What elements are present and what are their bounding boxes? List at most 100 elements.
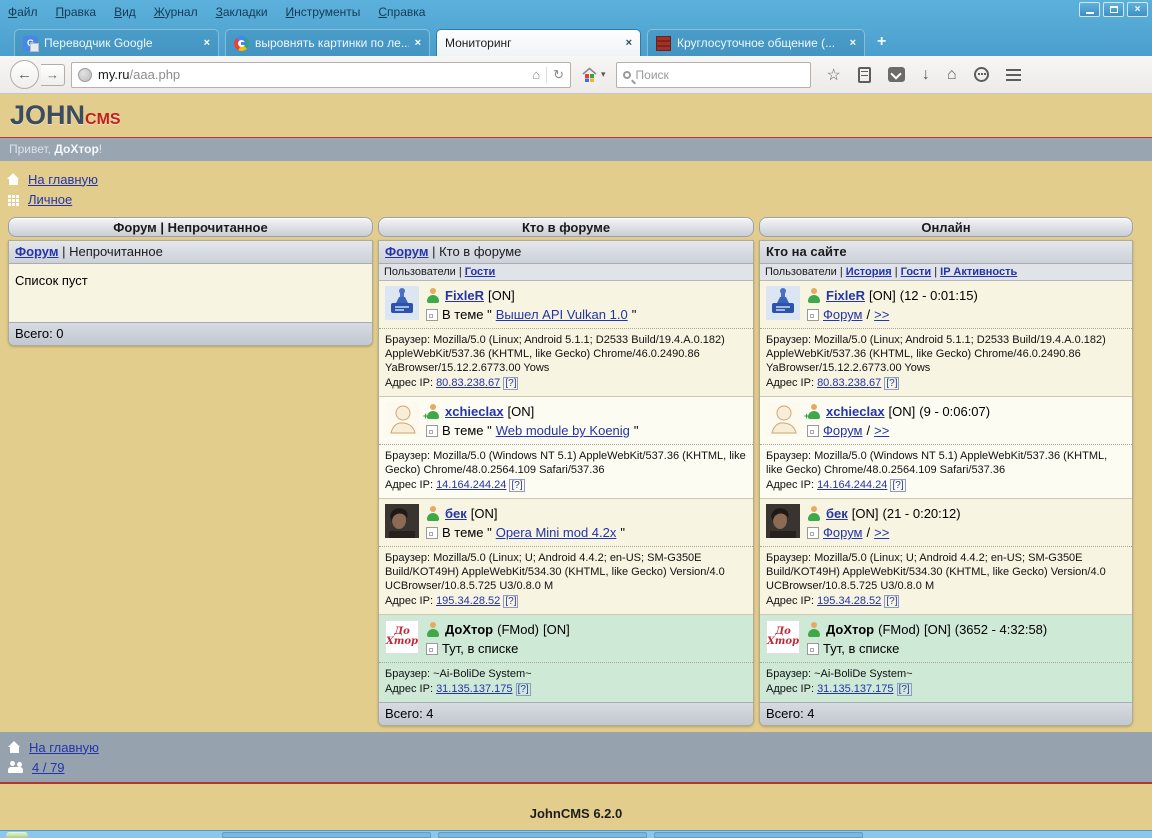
tab-close-icon[interactable]: × [415, 37, 421, 49]
ip-link[interactable]: 14.164.244.24 [817, 479, 887, 491]
tab-google-translate[interactable]: G Переводчик Google × [14, 29, 219, 56]
os-taskbar [0, 830, 1152, 838]
ip-help-link[interactable]: [?] [890, 479, 905, 492]
taskbar-button[interactable] [654, 832, 863, 838]
username-link[interactable]: xchieclax [445, 404, 504, 419]
menu-view[interactable]: Вид [114, 5, 136, 19]
more-link[interactable]: >> [874, 525, 889, 540]
hamburger-menu-icon[interactable] [1006, 69, 1021, 81]
forum-link[interactable]: Форум [15, 244, 58, 259]
extension-speeddial-button[interactable]: ▾ [577, 67, 610, 83]
home-icon[interactable]: ⌂ [947, 66, 957, 84]
select-checkbox-icon [426, 527, 438, 539]
close-button[interactable]: × [1127, 2, 1148, 17]
search-input[interactable] [636, 68, 776, 82]
user-entry: бек [ON] (21 - 0:20:12) Форум / >> Брауз… [760, 498, 1132, 614]
url-bar[interactable]: my.ru/aaa.php ⌂ ↻ [71, 62, 571, 88]
forum-link[interactable]: Форум [385, 244, 428, 259]
home-icon [7, 173, 20, 185]
more-link[interactable]: >> [874, 307, 889, 322]
taskbar-button[interactable] [438, 832, 647, 838]
ip-help-link[interactable]: [?] [503, 377, 518, 390]
bottom-link-home[interactable]: На главную [29, 740, 99, 755]
menu-file[interactable]: Файл [8, 5, 38, 19]
new-tab-button[interactable]: + [877, 33, 886, 51]
ip-link[interactable]: 31.135.137.175 [817, 683, 893, 695]
tab-close-icon[interactable]: × [850, 37, 856, 49]
topic-link[interactable]: Web module by Koenig [496, 423, 630, 438]
filter-history-link[interactable]: История [846, 266, 892, 278]
column-subheader: Кто на сайте [760, 241, 1132, 264]
forward-button[interactable]: → [41, 64, 65, 86]
tab-close-icon[interactable]: × [626, 37, 632, 49]
messenger-icon[interactable] [974, 67, 989, 82]
restore-button[interactable] [1103, 2, 1124, 17]
filter-guests-link[interactable]: Гости [465, 266, 496, 278]
nav-link-home[interactable]: На главную [28, 172, 98, 187]
username-link[interactable]: FixleR [826, 288, 865, 303]
ip-help-link[interactable]: [?] [503, 595, 518, 608]
downloads-icon[interactable]: ↓ [922, 66, 930, 84]
username-link[interactable]: xchieclax [826, 404, 885, 419]
menu-tools[interactable]: Инструменты [286, 5, 361, 19]
tab-chat[interactable]: Круглосуточное общение (... × [647, 29, 865, 56]
ip-link[interactable]: 80.83.238.67 [817, 377, 881, 389]
more-link[interactable]: >> [874, 423, 889, 438]
username-link[interactable]: FixleR [445, 288, 484, 303]
pocket-icon[interactable] [888, 67, 905, 82]
ip-help-link[interactable]: [?] [897, 683, 912, 696]
browser-string: ~Ai-BoliDe System~ [814, 668, 912, 680]
filter-row: Пользователи | Гости [379, 264, 753, 281]
menu-edit[interactable]: Правка [56, 5, 97, 19]
url-text[interactable]: my.ru/aaa.php [98, 67, 526, 82]
forum-location-link[interactable]: Форум [823, 423, 863, 438]
colored-home-icon [581, 67, 598, 83]
forum-location-link[interactable]: Форум [823, 525, 863, 540]
avatar [385, 286, 419, 320]
reload-icon[interactable]: ↻ [553, 67, 564, 83]
ip-help-link[interactable]: [?] [516, 683, 531, 696]
filter-guests-link[interactable]: Гости [901, 266, 932, 278]
ip-link[interactable]: 195.34.28.52 [817, 595, 881, 607]
user-status-icon [807, 288, 822, 303]
filter-row: Пользователи | История | Гости | IP Акти… [760, 264, 1132, 281]
ip-link[interactable]: 195.34.28.52 [436, 595, 500, 607]
minimize-button[interactable] [1079, 2, 1100, 17]
tab-monitoring-active[interactable]: Мониторинг × [436, 29, 641, 56]
username-text: ДоХтор [826, 622, 874, 637]
topic-link[interactable]: Opera Mini mod 4.2x [496, 525, 617, 540]
start-button[interactable] [6, 832, 28, 838]
user-entry: бек [ON] В теме "Opera Mini mod 4.2x" Бр… [379, 498, 753, 614]
menu-help[interactable]: Справка [378, 5, 425, 19]
ip-link[interactable]: 80.83.238.67 [436, 377, 500, 389]
tab-google-search[interactable]: выровнять картинки по ле... × [225, 29, 430, 56]
nav-link-personal[interactable]: Личное [28, 192, 72, 207]
user-status-icon [426, 622, 441, 637]
chevron-down-icon: ▾ [601, 69, 606, 80]
ip-help-link[interactable]: [?] [509, 479, 524, 492]
username-link[interactable]: бек [826, 506, 848, 521]
forum-location-link[interactable]: Форум [823, 307, 863, 322]
bottom-link-online-count[interactable]: 4 / 79 [32, 760, 65, 775]
search-box[interactable] [616, 62, 811, 88]
reading-list-icon[interactable] [858, 67, 871, 83]
menu-bookmarks[interactable]: Закладки [216, 5, 268, 19]
menu-history[interactable]: Журнал [154, 5, 198, 19]
taskbar-button[interactable] [222, 832, 431, 838]
ip-help-link[interactable]: [?] [884, 595, 899, 608]
username-link[interactable]: бек [445, 506, 467, 521]
ip-help-link[interactable]: [?] [884, 377, 899, 390]
back-button[interactable]: ← [10, 60, 39, 89]
ip-link[interactable]: 14.164.244.24 [436, 479, 506, 491]
filter-ip-activity-link[interactable]: IP Активность [940, 266, 1017, 278]
reader-home-icon[interactable]: ⌂ [532, 67, 540, 82]
topic-link[interactable]: Вышел API Vulkan 1.0 [496, 307, 628, 322]
site-identity-globe-icon[interactable] [78, 68, 92, 82]
bookmark-star-icon[interactable]: ☆ [827, 65, 841, 85]
user-agent-info: Браузер: Mozilla/5.0 (Windows NT 5.1) Ap… [379, 444, 753, 498]
user-entry-current: ДоХтор ДоХтор (FMod) [ON] (3652 - 4:32:5… [760, 614, 1132, 702]
ip-link[interactable]: 31.135.137.175 [436, 683, 512, 695]
user-agent-info: Браузер: Mozilla/5.0 (Linux; Android 5.1… [760, 328, 1132, 396]
column-title: Форум | Непрочитанное [8, 217, 373, 237]
tab-close-icon[interactable]: × [204, 37, 210, 49]
